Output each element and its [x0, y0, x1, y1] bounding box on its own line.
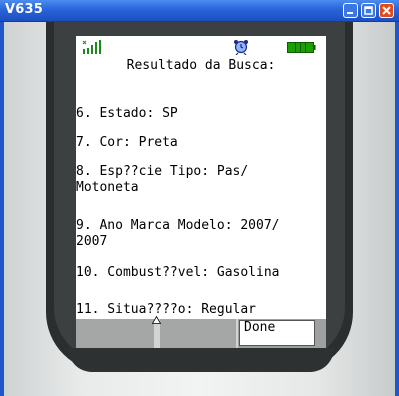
battery-icon: [287, 42, 316, 53]
window-frame-right: [395, 22, 399, 396]
result-item-situacao: 11. Situa????o: Regular: [76, 302, 257, 317]
result-item-ano: 9. Ano Marca Modelo: 2007/ 2007: [76, 218, 280, 249]
result-item-combustivel: 10. Combust??vel: Gasolina: [76, 265, 280, 280]
result-item-cor: 7. Cor: Preta: [76, 135, 178, 150]
softkey-divider: [236, 319, 238, 348]
window-titlebar[interactable]: V635: [0, 0, 399, 22]
maximize-icon: [364, 6, 373, 15]
minimize-button[interactable]: [343, 3, 358, 18]
screen-title: Resultado da Busca:: [126, 58, 276, 73]
signal-strength-icon: [82, 40, 101, 54]
window-title: V635: [5, 2, 43, 17]
center-softkey[interactable]: [160, 319, 236, 348]
minimize-icon: [347, 12, 353, 14]
result-item-estado: 6. Estado: SP: [76, 106, 178, 121]
done-button[interactable]: Done: [239, 320, 315, 346]
result-item-especie: 8. Esp??cie Tipo: Pas/ Motoneta: [76, 164, 249, 195]
maximize-button[interactable]: [361, 3, 376, 18]
left-softkey[interactable]: [76, 319, 154, 348]
close-button[interactable]: [379, 3, 394, 18]
softkey-bar: Done: [76, 316, 326, 348]
alarm-clock-icon: [234, 40, 248, 55]
scroll-up-arrow-icon[interactable]: [152, 316, 161, 324]
phone-lower-bezel: [68, 348, 334, 372]
status-bar: [76, 36, 326, 60]
close-icon: [382, 6, 391, 15]
phone-screen: Resultado da Busca: 6. Estado: SP 7. Cor…: [76, 36, 326, 348]
